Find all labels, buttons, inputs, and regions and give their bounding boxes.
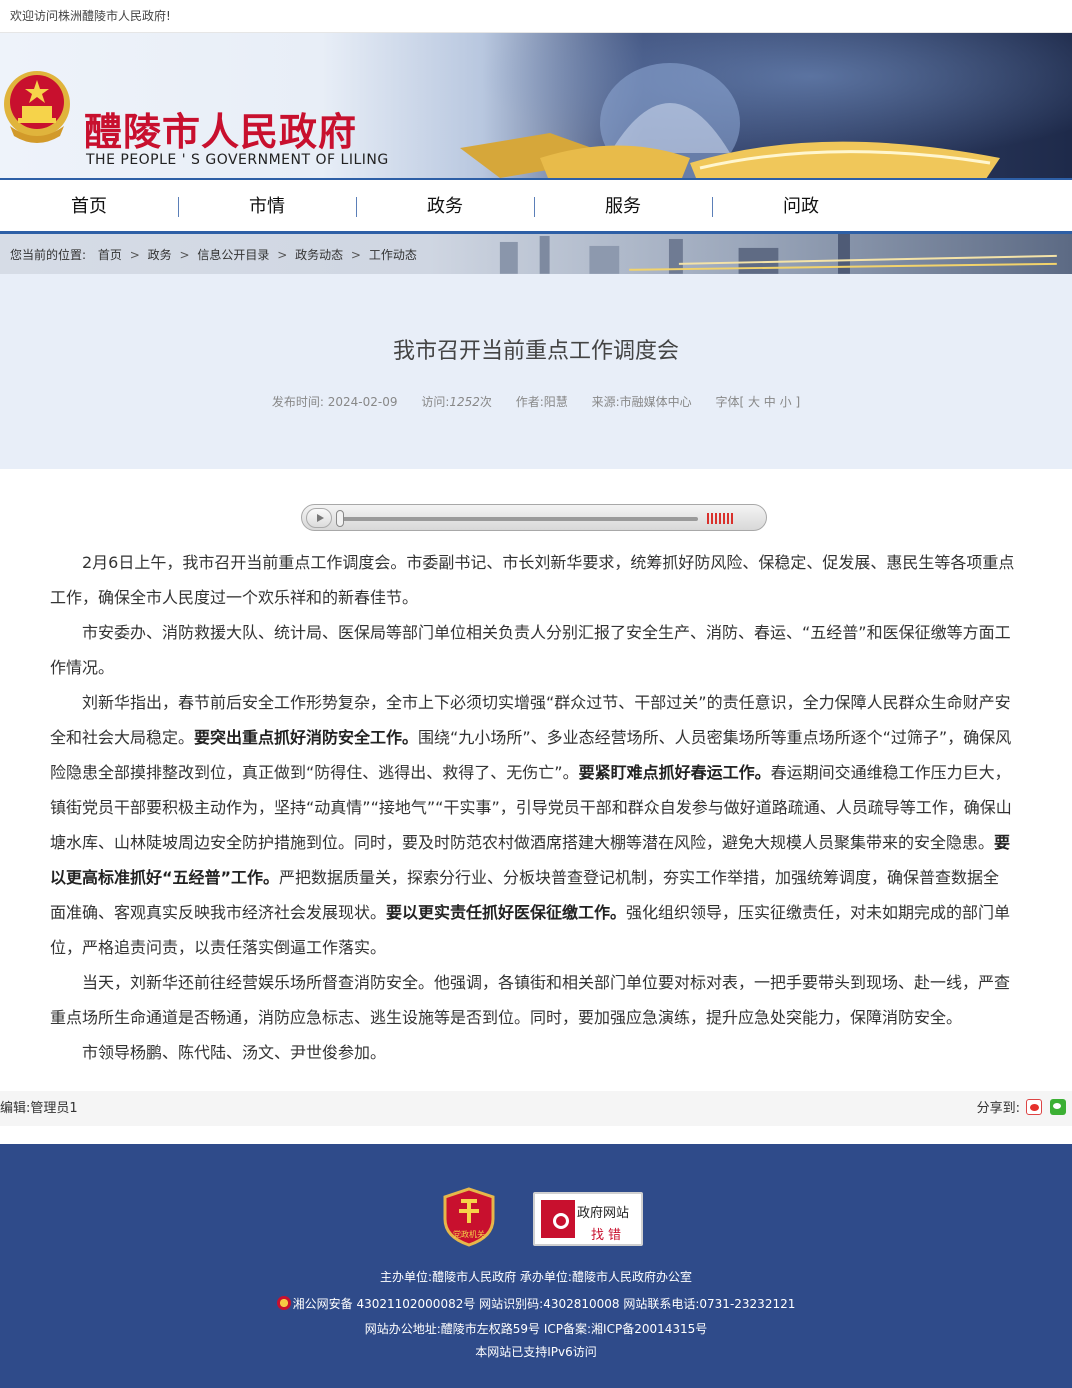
site-subtitle: THE PEOPLE ' S GOVERNMENT OF LILING <box>86 152 389 168</box>
welcome-text: 欢迎访问株洲醴陵市人民政府! <box>10 9 171 23</box>
police-badge-icon <box>276 1296 291 1310</box>
article-paragraph: 刘新华指出，春节前后安全工作形势复杂，全市上下必须切实增强“群众过节、干部过关”… <box>50 693 1012 957</box>
article-paragraph: 市领导杨鹏、陈代陆、汤文、尹世俊参加。 <box>82 1043 387 1062</box>
nav-services[interactable]: 服务 <box>534 180 712 231</box>
footer-address: 网站办公地址:醴陵市左权路59号 ICP备案:湘ICP备20014315号 <box>364 1322 708 1336</box>
nav-city-info[interactable]: 市情 <box>178 180 356 231</box>
audio-player <box>301 504 767 531</box>
view-count: 访问:1252次 <box>421 395 492 409</box>
breadcrumb-gov-news[interactable]: 政务动态 <box>295 248 343 262</box>
volume-icon[interactable] <box>707 513 733 524</box>
main-nav: 首页 市情 政务 服务 问政 <box>0 178 1072 234</box>
article-author: 作者:阳慧 <box>515 395 568 409</box>
report-error-title: 政府网站 <box>577 1206 630 1221</box>
article-header: 我市召开当前重点工作调度会 发布时间: 2024-02-09 访问:1252次 … <box>0 274 1072 469</box>
footer-organizer: 主办单位:醴陵市人民政府 承办单位:醴陵市人民政府办公室 <box>380 1270 692 1284</box>
editor-bar: 编辑:管理员1 分享到: <box>0 1091 1072 1126</box>
city-skyline-illustration <box>499 234 1057 274</box>
wechat-share-icon[interactable] <box>1050 1099 1066 1115</box>
breadcrumb-separator: > <box>277 248 288 262</box>
audio-progress-handle[interactable] <box>336 510 344 527</box>
party-government-badge-icon[interactable]: 党政机关 <box>443 1187 495 1247</box>
editor-label: 编辑:管理员1 <box>0 1101 78 1116</box>
stadium-illustration <box>460 63 1000 178</box>
breadcrumb-info-catalog[interactable]: 信息公开目录 <box>197 248 269 262</box>
font-size-switcher[interactable]: 字体[ 大 中 小 ] <box>716 395 801 409</box>
footer-ipv6: 本网站已支持IPv6访问 <box>475 1345 597 1359</box>
nav-home[interactable]: 首页 <box>0 180 178 231</box>
site-banner: 醴陵市人民政府 THE PEOPLE ' S GOVERNMENT OF LIL… <box>0 33 1072 178</box>
top-welcome-bar: 欢迎访问株洲醴陵市人民政府! <box>0 0 1072 33</box>
breadcrumb-separator: > <box>179 248 190 262</box>
svg-text:党政机关: 党政机关 <box>453 1229 485 1239</box>
publish-date: 发布时间: 2024-02-09 <box>271 395 398 409</box>
breadcrumb-prefix: 您当前的位置: <box>10 248 87 262</box>
report-error-subtitle: 找错 <box>591 1228 626 1243</box>
weibo-share-icon[interactable] <box>1026 1099 1042 1115</box>
article-paragraph: 市安委办、消防救援大队、统计局、医保局等部门单位相关负责人分别汇报了安全生产、消… <box>50 623 1011 677</box>
article-body: 2月6日上午，我市召开当前重点工作调度会。市委副书记、市长刘新华要求，统筹抓好防… <box>50 545 1015 1070</box>
breadcrumb-government[interactable]: 政务 <box>148 248 172 262</box>
article-meta: 发布时间: 2024-02-09 访问:1252次 作者:阳慧 来源:市融媒体中… <box>0 393 1072 410</box>
report-error-button[interactable]: 政府网站 找错 <box>533 1192 643 1246</box>
breadcrumb-separator: > <box>350 248 361 262</box>
site-title: 醴陵市人民政府 <box>84 109 358 154</box>
audio-progress-track[interactable] <box>338 517 698 521</box>
breadcrumb-home[interactable]: 首页 <box>98 248 122 262</box>
magnifier-icon <box>541 1200 575 1238</box>
emphasis-fire-safety: 要突出重点抓好消防安全工作。 <box>194 728 419 747</box>
site-footer: 党政机关 政府网站 找错 主办单位:醴陵市人民政府 承办单位:醴陵市人民政府办公… <box>0 1144 1072 1388</box>
breadcrumb-work-news[interactable]: 工作动态 <box>369 248 417 262</box>
national-emblem-icon <box>4 71 70 143</box>
emphasis-medical-insurance: 要以更实责任抓好医保征缴工作。 <box>386 903 627 922</box>
nav-government-affairs[interactable]: 政务 <box>356 180 534 231</box>
play-icon[interactable] <box>306 508 332 528</box>
breadcrumb-separator: > <box>129 248 140 262</box>
footer-registration: 湘公网安备 43021102000082号 网站识别码:4302810008 网… <box>0 1295 1072 1312</box>
article-source: 来源:市融媒体中心 <box>591 395 692 409</box>
article-paragraph: 2月6日上午，我市召开当前重点工作调度会。市委副书记、市长刘新华要求，统筹抓好防… <box>50 553 1015 607</box>
share-label: 分享到: <box>976 1101 1020 1116</box>
article-title: 我市召开当前重点工作调度会 <box>392 339 679 364</box>
breadcrumb: 您当前的位置: 首页 > 政务 > 信息公开目录 > 政务动态 > 工作动态 <box>0 234 1072 274</box>
emphasis-spring-transport: 要紧盯难点抓好春运工作。 <box>578 763 771 782</box>
nav-inquiry[interactable]: 问政 <box>712 180 890 231</box>
article-paragraph: 当天，刘新华还前往经营娱乐场所督查消防安全。他强调，各镇街和相关部门单位要对标对… <box>50 973 1011 1027</box>
